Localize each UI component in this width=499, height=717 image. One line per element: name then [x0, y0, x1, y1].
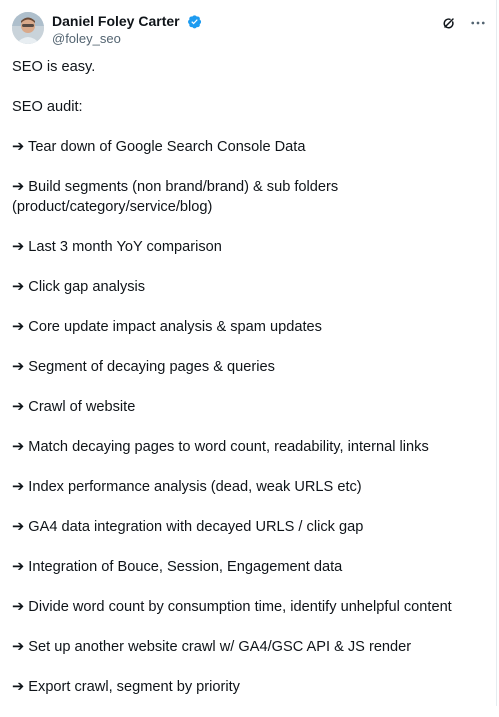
tweet-line: ➔ Match decaying pages to word count, re… [12, 439, 429, 455]
tweet-line: ➔ Click gap analysis [12, 279, 146, 295]
tweet-line: ➔ Build segments (non brand/brand) & sub… [12, 179, 339, 215]
tweet-line: ➔ Segment of decaying pages & queries [12, 359, 275, 375]
more-options-icon[interactable] [469, 14, 487, 32]
tweet-header: Daniel Foley Carter @foley_seo [12, 10, 487, 50]
tweet-line: ➔ Divide word count by consumption time,… [12, 599, 452, 615]
tweet-line: ➔ Crawl of website [12, 399, 136, 415]
tweet-line: ➔ GA4 data integration with decayed URLS… [12, 519, 364, 535]
tweet-line: ➔ Set up another website crawl w/ GA4/GS… [12, 639, 412, 655]
author-handle[interactable]: @foley_seo [52, 31, 202, 47]
tweet-text: SEO is easy. SEO audit: ➔ Tear down of G… [12, 57, 482, 717]
author-display-name[interactable]: Daniel Foley Carter [52, 12, 180, 30]
tweet-line: SEO is easy. [12, 59, 96, 75]
tweet-card: Daniel Foley Carter @foley_seo SEO is ea… [0, 0, 497, 706]
avatar-image [12, 12, 44, 44]
grok-icon[interactable] [441, 15, 457, 31]
author-info: Daniel Foley Carter @foley_seo [52, 12, 202, 47]
avatar[interactable] [12, 12, 44, 44]
tweet-line: ➔ Integration of Bouce, Session, Engagem… [12, 559, 343, 575]
tweet-line: SEO audit: [12, 99, 83, 115]
tweet-line: ➔ Core update impact analysis & spam upd… [12, 319, 322, 335]
tweet-line: ➔ Tear down of Google Search Console Dat… [12, 139, 306, 155]
tweet-line: ➔ Last 3 month YoY comparison [12, 239, 222, 255]
verified-badge-icon [188, 14, 202, 28]
tweet-line: ➔ Export crawl, segment by priority [12, 679, 240, 695]
tweet-line: ➔ Index performance analysis (dead, weak… [12, 479, 362, 495]
tweet-top-actions [441, 14, 487, 32]
